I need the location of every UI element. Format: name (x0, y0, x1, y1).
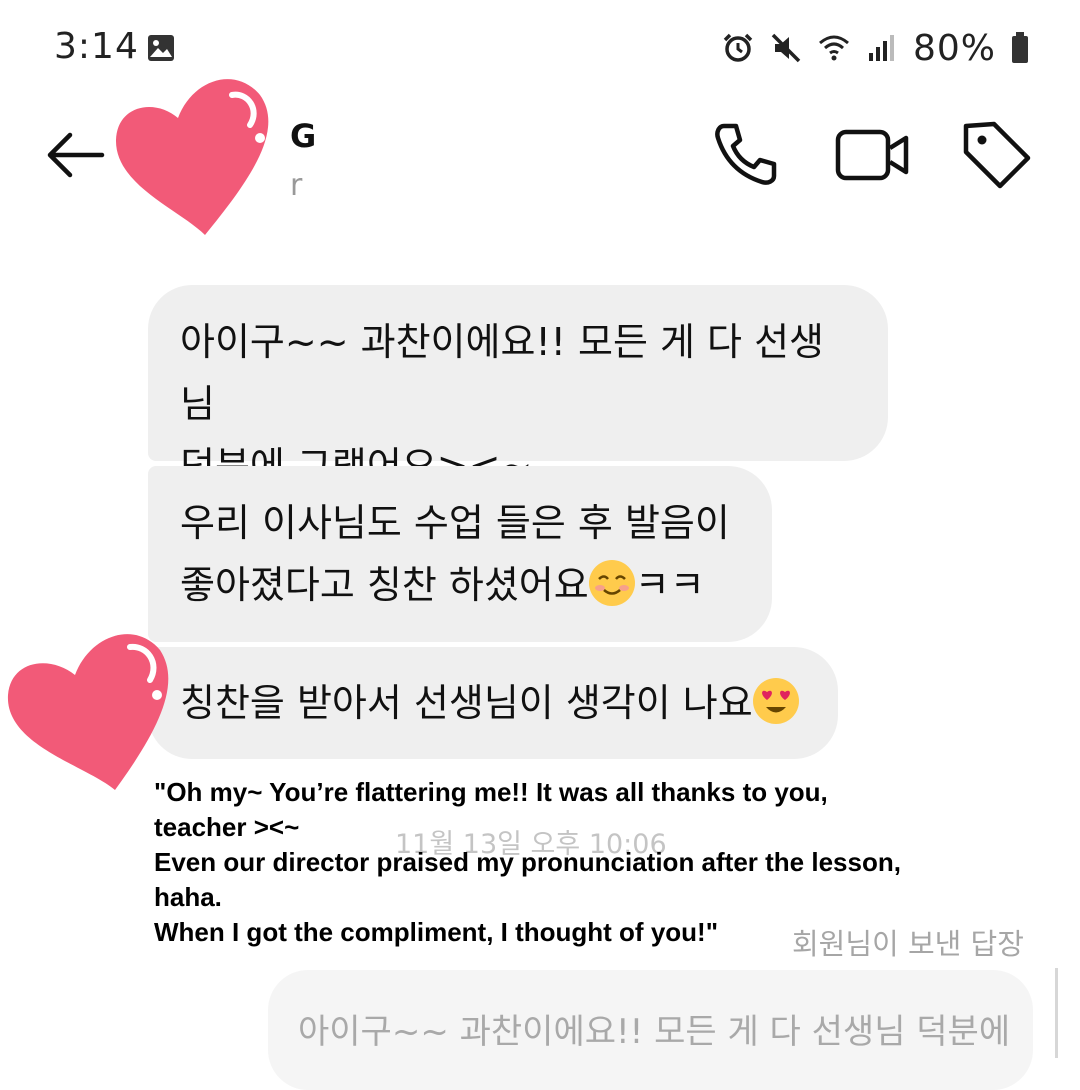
message-text: 칭찬을 받아서 선생님이 생각이 나요 (180, 681, 753, 725)
wifi-icon (819, 35, 849, 61)
translation-line: haha. (154, 882, 222, 912)
phone-icon[interactable] (710, 118, 782, 190)
avatar-heart-sticker (115, 79, 269, 235)
translation-line: Even our director praised my pronunciati… (154, 847, 901, 877)
contact-subtitle[interactable]: r (290, 168, 302, 203)
message-bubble-1[interactable]: 아이구~~ 과찬이에요!! 모든 게 다 선생님 덕분에 그랬어요><~ (148, 285, 888, 488)
tag-icon[interactable] (958, 116, 1034, 192)
heart-sticker (7, 634, 169, 790)
translation-line: "Oh my~ You’re flattering me!! It was al… (154, 777, 828, 807)
message-bubble-2[interactable]: 우리 이사님도 수업 들은 후 발음이 좋아졌다고 칭찬 하셨어요 ㅋㅋ (148, 466, 772, 642)
reply-label: 회원님이 보낸 답장 (792, 927, 1024, 961)
signal-icon (868, 35, 894, 61)
mute-icon (771, 33, 801, 63)
gallery-icon (148, 35, 174, 61)
contact-name[interactable]: G (290, 117, 316, 155)
message-bubble-3[interactable]: 칭찬을 받아서 선생님이 생각이 나요 (148, 647, 838, 759)
video-icon[interactable] (834, 120, 910, 190)
reply-indicator (1055, 968, 1058, 1058)
translation-line: teacher ><~ (154, 812, 300, 842)
battery-icon (1012, 32, 1028, 63)
alarm-icon (723, 33, 753, 62)
battery-level: 80% (912, 27, 996, 69)
reply-preview[interactable]: 아이구~~ 과찬이에요!! 모든 게 다 선생님 덕분에 (268, 970, 1033, 1090)
message-text: 좋아졌다고 칭찬 하셨어요 (180, 563, 589, 607)
message-text: 우리 이사님도 수업 들은 후 발음이 (180, 501, 730, 545)
back-arrow-icon[interactable] (40, 120, 110, 190)
smiling-face-emoji (588, 560, 635, 606)
status-icons: 80% (721, 24, 1030, 72)
message-text: ㅋㅋ (634, 563, 705, 607)
status-time: 3:14 (54, 26, 139, 67)
heart-eyes-emoji (752, 678, 799, 724)
message-text: 아이구~~ 과찬이에요!! 모든 게 다 선생님 (180, 320, 824, 426)
